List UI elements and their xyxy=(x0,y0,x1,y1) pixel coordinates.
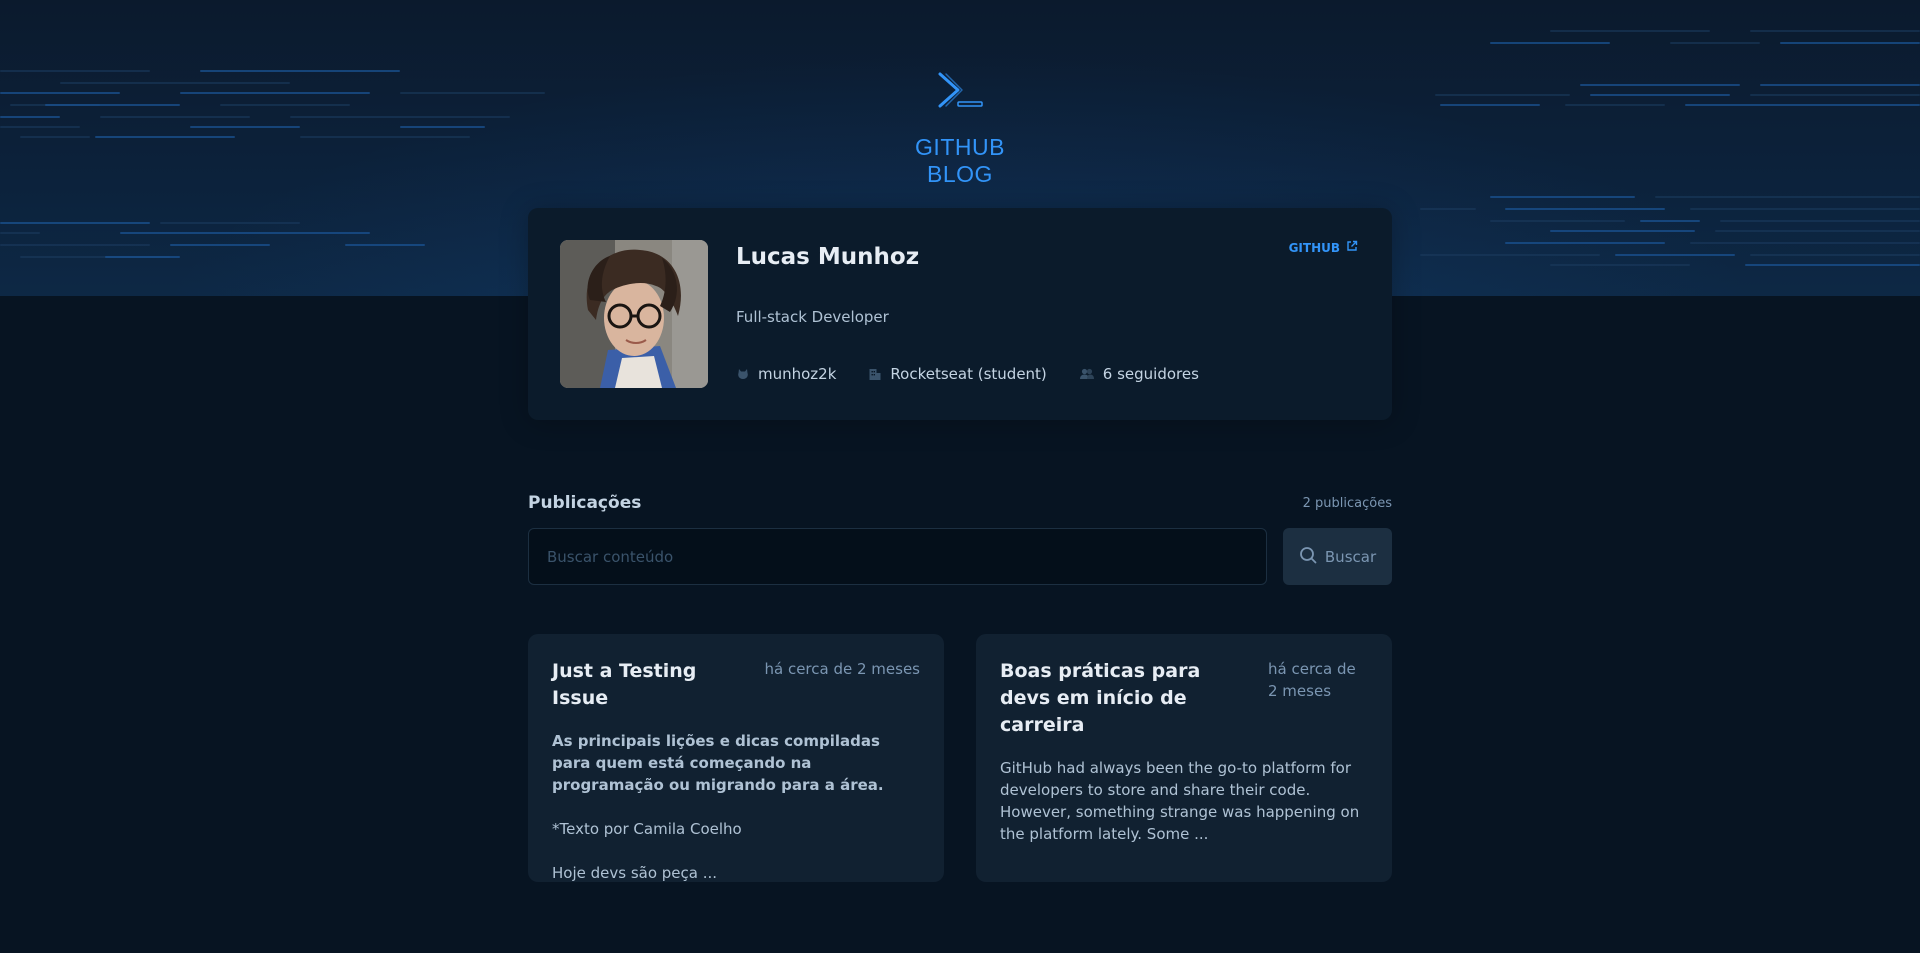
publications-count: 2 publicações xyxy=(1302,496,1392,511)
profile-info: munhoz2k Rocketseat (student) 6 seguidor… xyxy=(736,365,1199,383)
username: munhoz2k xyxy=(758,365,837,383)
post-lead: As principais lições e dicas compiladas … xyxy=(552,732,884,794)
profile-name: Lucas Munhoz xyxy=(736,244,920,270)
search-button-label: Buscar xyxy=(1324,547,1377,566)
profile-bio: Full-stack Developer xyxy=(736,308,889,326)
blog-logo: GITHUB BLOG xyxy=(885,70,1035,188)
post-date: há cerca de 2 meses xyxy=(764,660,920,678)
search-button[interactable]: Buscar xyxy=(1283,528,1392,585)
post-excerpt: GitHub had always been the go-to platfor… xyxy=(1000,757,1368,845)
header-decoration-right xyxy=(1420,0,1920,296)
post-date: há cerca de 2 meses xyxy=(1268,660,1356,700)
terminal-prompt-icon xyxy=(885,70,1035,110)
post-text-line: Hoje devs são peça ... xyxy=(552,864,718,882)
post-card[interactable]: Just a Testing Issue há cerca de 2 meses… xyxy=(528,634,944,882)
search-input[interactable] xyxy=(528,528,1267,585)
users-icon xyxy=(1079,367,1095,381)
external-link-icon xyxy=(1346,240,1358,255)
avatar xyxy=(560,240,708,388)
post-excerpt: As principais lições e dicas compiladas … xyxy=(552,730,920,884)
post-text: GitHub had always been the go-to platfor… xyxy=(1000,759,1360,843)
publications-title: Publicações xyxy=(528,493,642,513)
username-item: munhoz2k xyxy=(736,365,836,383)
post-title: Just a Testing Issue xyxy=(552,660,697,709)
post-card[interactable]: Boas práticas para devs em início de car… xyxy=(976,634,1392,882)
company-item: Rocketseat (student) xyxy=(868,365,1047,383)
github-icon xyxy=(736,367,750,381)
followers-item: 6 seguidores xyxy=(1079,365,1199,383)
post-header: Just a Testing Issue há cerca de 2 meses xyxy=(552,658,920,712)
github-link-label: GITHUB xyxy=(1288,240,1340,255)
post-author-line: *Texto por Camila Coelho xyxy=(552,820,742,838)
post-title: Boas práticas para devs em início de car… xyxy=(1000,660,1201,736)
github-link[interactable]: GITHUB xyxy=(1289,240,1358,255)
header-decoration-left xyxy=(0,0,560,296)
post-header: Boas práticas para devs em início de car… xyxy=(1000,658,1368,739)
search-icon xyxy=(1299,546,1317,568)
company: Rocketseat (student) xyxy=(890,365,1047,383)
profile-card: Lucas Munhoz GITHUB Full-stack Developer… xyxy=(528,208,1392,420)
followers-count: 6 seguidores xyxy=(1102,365,1199,383)
building-icon xyxy=(868,367,882,381)
blog-title: GITHUB BLOG xyxy=(915,134,1005,187)
